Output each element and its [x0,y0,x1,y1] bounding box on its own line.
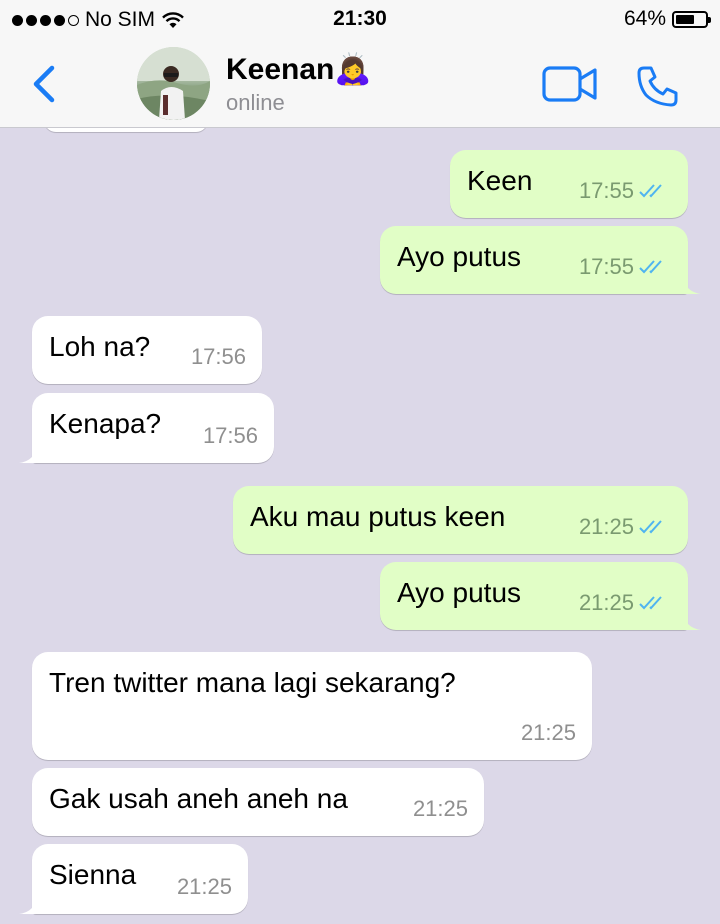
double-check-read-icon [639,260,662,274]
message-bubble-incoming[interactable]: Loh na? 17:56 [32,316,262,384]
message-text: Ayo putus [397,577,522,608]
avatar[interactable] [137,47,210,120]
message-time: 21:25 [578,590,634,615]
message-time: 17:56 [190,344,246,369]
message-meta: 21:25 [413,792,468,826]
message-text: Kenapa? [49,408,162,439]
message-bubble-outgoing[interactable]: Keen 17:55 [450,150,688,218]
phone-call-icon[interactable] [636,64,680,108]
back-chevron-icon[interactable] [28,62,64,106]
message-text: Tren twitter mana lagi sekarang? [49,667,456,698]
battery-area: 64% [623,7,711,31]
message-time: 21:25 [520,720,576,745]
chat-header: Keenan🙇‍♀️ online [0,40,720,128]
bubble-tail [681,610,701,630]
message-text: Sienna [49,859,137,890]
message-bubble-incoming[interactable]: Gak usah aneh aneh na 21:25 [32,768,484,836]
message-bubble-outgoing[interactable]: Aku mau putus keen 21:25 [233,486,688,554]
message-meta: 17:56 [203,419,258,453]
message-meta: 21:25 [579,510,672,544]
message-meta: 21:25 [177,870,232,904]
message-bubble-incoming[interactable]: Sienna 21:25 [19,844,248,914]
bubble-tail [19,443,39,463]
message-meta: 21:25 [521,716,576,750]
bubble-tail [19,894,39,914]
message-meta: 21:25 [579,586,672,620]
message-text: Ayo putus [397,241,522,272]
double-check-read-icon [639,596,662,610]
bubble-tail [681,274,701,294]
message-meta: 17:55 [579,174,672,208]
battery-percent: 64% [623,7,666,30]
status-bar: No SIM 21:30 64% [0,0,720,40]
message-time: 21:25 [176,874,232,899]
message-bubble-incoming[interactable]: Tren twitter mana lagi sekarang? 21:25 [32,652,592,760]
message-meta: 17:55 [579,250,672,284]
video-call-icon[interactable] [542,66,598,102]
message-bubble-outgoing[interactable]: Ayo putus 21:25 [380,562,701,630]
message-time: 17:55 [578,254,634,279]
contact-status: online [226,90,285,115]
double-check-read-icon [639,184,662,198]
message-text: Keen [467,165,533,196]
message-time: 21:25 [578,514,634,539]
message-time: 17:56 [202,423,258,448]
status-time: 21:30 [333,7,387,30]
message-time: 21:25 [412,796,468,821]
message-time: 17:55 [578,178,634,203]
contact-name[interactable]: Keenan🙇‍♀️ [226,52,372,87]
message-text: Loh na? [49,331,151,362]
message-text: Aku mau putus keen [250,501,506,532]
battery-icon [672,10,711,28]
message-bubble-partial [44,128,208,132]
message-list[interactable]: Keen 17:55 Ayo putus 17:55 Loh na? 17:56… [0,128,720,924]
message-meta: 17:56 [191,340,246,374]
message-bubble-outgoing[interactable]: Ayo putus 17:55 [380,226,701,294]
double-check-read-icon [639,520,662,534]
message-text: Gak usah aneh aneh na [49,783,348,814]
message-bubble-incoming[interactable]: Kenapa? 17:56 [19,393,274,463]
